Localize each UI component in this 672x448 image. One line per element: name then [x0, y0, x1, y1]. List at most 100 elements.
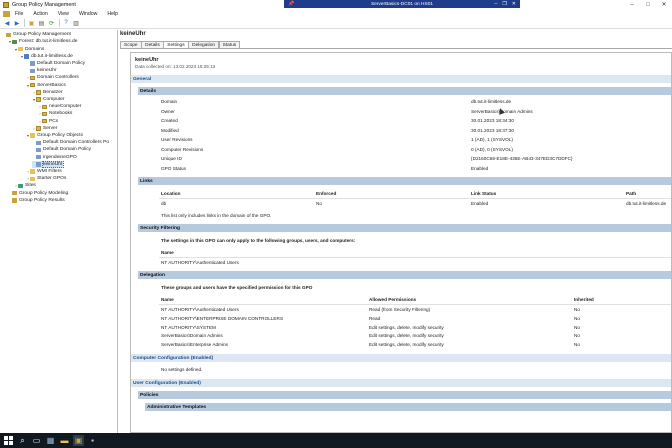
details-key: Domain [161, 99, 178, 104]
tree-item[interactable]: › Benutzer [32, 89, 62, 96]
back-icon[interactable]: ◀ [3, 19, 11, 27]
tree-item[interactable]: › neueComputer [38, 104, 81, 111]
delegation-cell-permission: Edit settings, delete, modify security [369, 333, 444, 339]
show-hide-tree-icon[interactable]: ▤ [38, 19, 46, 27]
refresh-icon[interactable]: ⟳ [48, 19, 56, 27]
forward-icon[interactable]: ▶ [13, 19, 21, 27]
tree-item[interactable]: › Server [32, 125, 57, 132]
tree-item[interactable]: › WMI Filters [26, 168, 61, 175]
section-links[interactable]: Links [138, 177, 671, 185]
section-policies[interactable]: Policies [138, 391, 671, 399]
task-view-icon[interactable]: ▭ [31, 435, 42, 446]
tree-item-label: Group Policy Objects [37, 133, 83, 139]
maximize-button[interactable]: □ [640, 0, 656, 9]
properties-icon[interactable]: ▥ [72, 19, 80, 27]
menu-file[interactable]: File [10, 11, 28, 17]
domain-icon [24, 54, 29, 59]
file-explorer-icon[interactable]: ▬ [59, 435, 70, 446]
tree-item[interactable]: › Sites [14, 183, 36, 190]
links-cell-enforced: No [316, 201, 322, 206]
tree-item[interactable]: Group Policy Modeling [8, 190, 68, 197]
rdp-minimize-button[interactable]: – [495, 1, 498, 7]
delegation-cell-name: NT AUTHORITY\Authenticated Users [161, 307, 239, 312]
tree-item[interactable]: Group Policy Results [8, 197, 65, 204]
tree-item[interactable]: › Starter GPOs [26, 176, 66, 183]
ou-icon [42, 104, 47, 109]
details-value: db.tut.it-limitless.de [471, 99, 512, 104]
tab-scope[interactable]: Scope [120, 41, 142, 48]
cmd-icon[interactable]: ▪ [87, 435, 98, 446]
tab-status[interactable]: Status [218, 41, 241, 48]
menu-view[interactable]: View [53, 11, 74, 17]
section-delegation[interactable]: Delegation [138, 271, 671, 279]
details-key: Created [161, 118, 178, 123]
menu-help[interactable]: Help [102, 11, 123, 17]
links-col-location: Location [161, 191, 181, 196]
tree-item[interactable]: Group Policy Management [2, 32, 71, 39]
section-administrative-templates[interactable]: Administrative Templates [145, 403, 671, 411]
ou-icon [30, 82, 35, 88]
server-manager-icon[interactable]: ▦ [45, 435, 56, 446]
tree-item[interactable]: › Domain Controllers [26, 75, 79, 82]
gpo-icon [30, 61, 35, 66]
tab-settings[interactable]: Settings [163, 41, 189, 48]
folder-icon [30, 169, 35, 174]
tree-item[interactable]: irgendeineGPO [32, 154, 77, 161]
ou-icon [36, 97, 41, 102]
settings-report[interactable]: keineUhr Data collected on: 13.02.2023 1… [130, 52, 672, 433]
app-window: Group Policy Management – □ ✕ 📌 ServerBa… [0, 0, 672, 433]
folder-icon [30, 176, 35, 181]
pin-icon[interactable]: 📌 [288, 1, 294, 7]
tree-item[interactable]: ▾ db.tut.it-limitless.de [20, 53, 73, 60]
up-icon[interactable]: ▣ [28, 19, 36, 27]
links-cell-location: db [161, 201, 167, 206]
tree-item[interactable]: ▾ Computer [32, 96, 65, 103]
tree-item[interactable]: ▾ Forest: db.tut.it-limitless.de [8, 39, 77, 46]
start-button[interactable] [3, 435, 14, 446]
help-icon[interactable]: ? [62, 19, 70, 27]
tree-item[interactable]: ▾ Group Policy Objects [26, 132, 83, 139]
gpm-icon [12, 198, 17, 203]
gpo-icon [36, 154, 41, 160]
menu-action[interactable]: Action [28, 11, 52, 17]
delegation-col-permissions: Allowed Permissions [369, 297, 417, 302]
search-icon[interactable]: ⌕ [17, 435, 28, 446]
close-button[interactable]: ✕ [656, 0, 672, 9]
rdp-restore-button[interactable]: ❐ [502, 1, 506, 7]
report-heading: keineUhr [135, 57, 159, 63]
section-computer-configuration[interactable]: Computer Configuration (Enabled) [131, 354, 671, 362]
section-user-configuration[interactable]: User Configuration (Enabled) [131, 379, 671, 387]
tree-item[interactable]: Default Domain Policy [26, 60, 85, 67]
tree-item[interactable]: Default Domain Policy [32, 147, 91, 154]
delegation-cell-name: NT AUTHORITY\SYSTEM [161, 324, 216, 330]
tree-item[interactable]: › PCs [38, 118, 58, 125]
divider [159, 304, 671, 305]
tree-item[interactable]: keineUhr [26, 68, 57, 75]
section-security-filtering[interactable]: Security Filtering [138, 224, 671, 232]
tree-item[interactable]: ▾ Domains [14, 46, 44, 53]
security-col-name: Name [161, 250, 174, 255]
tree-item-label: irgendeineGPO [43, 154, 77, 160]
windows-logo-icon [4, 436, 13, 445]
rdp-connection-bar[interactable]: 📌 ServerBasics-DC01 on HS01 – ❐ ✕ [284, 0, 520, 8]
minimize-button[interactable]: – [624, 0, 640, 9]
delegation-cell-permission: Read (from Security Filtering) [369, 307, 431, 312]
site-icon [18, 183, 23, 189]
rdp-close-button[interactable]: ✕ [512, 1, 516, 7]
tab-delegation[interactable]: Delegation [188, 41, 220, 48]
tree-item[interactable]: keineUhr [32, 160, 64, 168]
tab-details[interactable]: Details [141, 41, 164, 48]
delegation-col-name: Name [161, 297, 174, 302]
tree-item[interactable]: Default Domain Controllers Po [32, 140, 109, 147]
gpm-icon[interactable]: ▣ [73, 435, 84, 446]
tree-item[interactable]: › Notebooks [38, 111, 72, 118]
details-key: Computer Revisions [161, 146, 204, 152]
menu-window[interactable]: Window [74, 11, 102, 17]
details-value: 30.01.2023 18:37:30 [471, 127, 515, 133]
delegation-col-inherited: Inherited [574, 297, 594, 302]
section-details[interactable]: Details [138, 87, 671, 95]
section-general[interactable]: General [131, 75, 671, 83]
gpo-icon [30, 68, 35, 73]
console-tree[interactable]: Group Policy Management ▾ Forest: db.tut.i… [0, 30, 118, 433]
tree-item[interactable]: ▾ ServerBasics [26, 82, 66, 89]
